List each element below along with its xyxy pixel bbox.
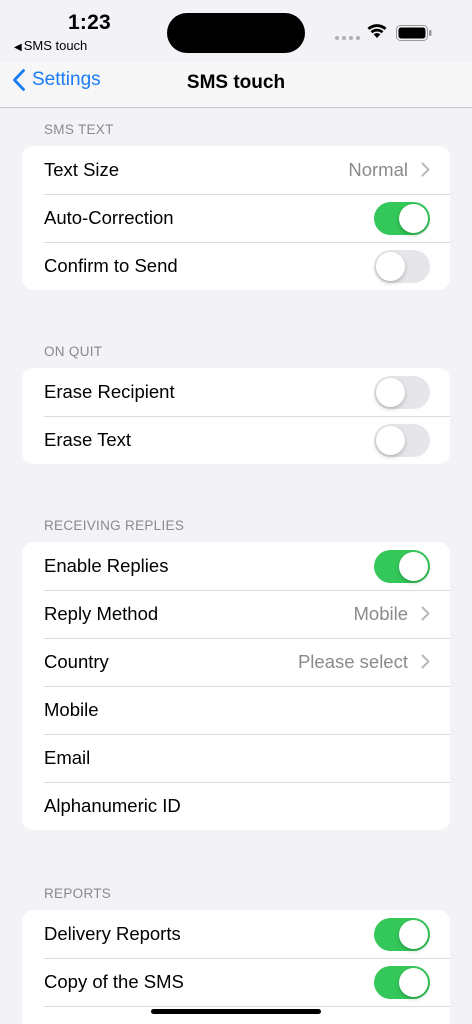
row-label: Alphanumeric ID (44, 795, 181, 816)
row-value: Normal (348, 159, 408, 180)
row-delivery-reports: Delivery Reports (22, 910, 450, 958)
section-header-reports: REPORTS (44, 886, 112, 901)
row-enable-replies: Enable Replies (22, 542, 450, 590)
row-value: Mobile (353, 603, 409, 624)
confirm-to-send-toggle[interactable] (374, 249, 430, 283)
cellular-signal-icon (335, 36, 360, 40)
row-label: Email (44, 747, 91, 768)
section-header-receiving-replies: RECEIVING REPLIES (44, 518, 185, 533)
row-confirm-to-send: Confirm to Send (22, 242, 450, 290)
back-triangle-icon: ◀ (14, 42, 22, 53)
row-label: Confirm to Send (44, 255, 178, 276)
row-alphanumeric-id[interactable]: Alphanumeric ID (22, 782, 450, 830)
home-indicator[interactable] (151, 1009, 321, 1014)
auto-correction-toggle[interactable] (374, 201, 430, 235)
chevron-right-icon (421, 162, 430, 177)
group-reports: Delivery Reports Copy of the SMS (22, 910, 450, 1024)
erase-text-toggle[interactable] (374, 423, 430, 457)
row-copy-of-sms: Copy of the SMS (22, 958, 450, 1006)
row-email[interactable]: Email (22, 734, 450, 782)
navigation-bar: Settings SMS touch (0, 62, 472, 108)
row-label: Auto-Correction (44, 207, 174, 228)
row-country[interactable]: Country Please select (22, 638, 450, 686)
row-label: Erase Recipient (44, 381, 175, 402)
row-reply-method[interactable]: Reply Method Mobile (22, 590, 450, 638)
row-label: Reply Method (44, 603, 159, 624)
row-label: Copy of the SMS (44, 971, 184, 992)
status-bar: 1:23 ◀ SMS touch (0, 0, 472, 62)
row-erase-recipient: Erase Recipient (22, 368, 450, 416)
row-label: Delivery Reports (44, 923, 181, 944)
row-label: Enable Replies (44, 555, 169, 576)
row-mobile[interactable]: Mobile (22, 686, 450, 734)
enable-replies-toggle[interactable] (374, 549, 430, 583)
group-sms-text: Text Size Normal Auto-Correction Confirm… (22, 146, 450, 290)
battery-icon (396, 25, 432, 41)
row-label: Country (44, 651, 109, 672)
section-header-on-quit: ON QUIT (44, 344, 103, 359)
group-receiving-replies: Enable Replies Reply Method Mobile Count… (22, 542, 450, 830)
back-app-label: SMS touch (23, 38, 88, 53)
row-label: Erase Text (44, 429, 132, 450)
row-auto-correction: Auto-Correction (22, 194, 450, 242)
copy-of-sms-toggle[interactable] (374, 965, 430, 999)
status-time: 1:23 (68, 11, 111, 34)
delivery-reports-toggle[interactable] (374, 917, 430, 951)
row-value: Please select (297, 651, 408, 672)
back-to-app-link[interactable]: ◀ SMS touch (14, 38, 87, 53)
section-header-sms-text: SMS TEXT (44, 122, 114, 137)
dynamic-island (167, 13, 305, 53)
row-erase-text: Erase Text (22, 416, 450, 464)
row-text-size[interactable]: Text Size Normal (22, 146, 450, 194)
chevron-right-icon (421, 606, 430, 621)
group-on-quit: Erase Recipient Erase Text (22, 368, 450, 464)
row-label: Mobile (44, 699, 99, 720)
row-label: Text Size (44, 159, 120, 180)
page-title: SMS touch (186, 72, 286, 93)
erase-recipient-toggle[interactable] (374, 375, 430, 409)
chevron-right-icon (421, 654, 430, 669)
wifi-icon (367, 24, 387, 38)
